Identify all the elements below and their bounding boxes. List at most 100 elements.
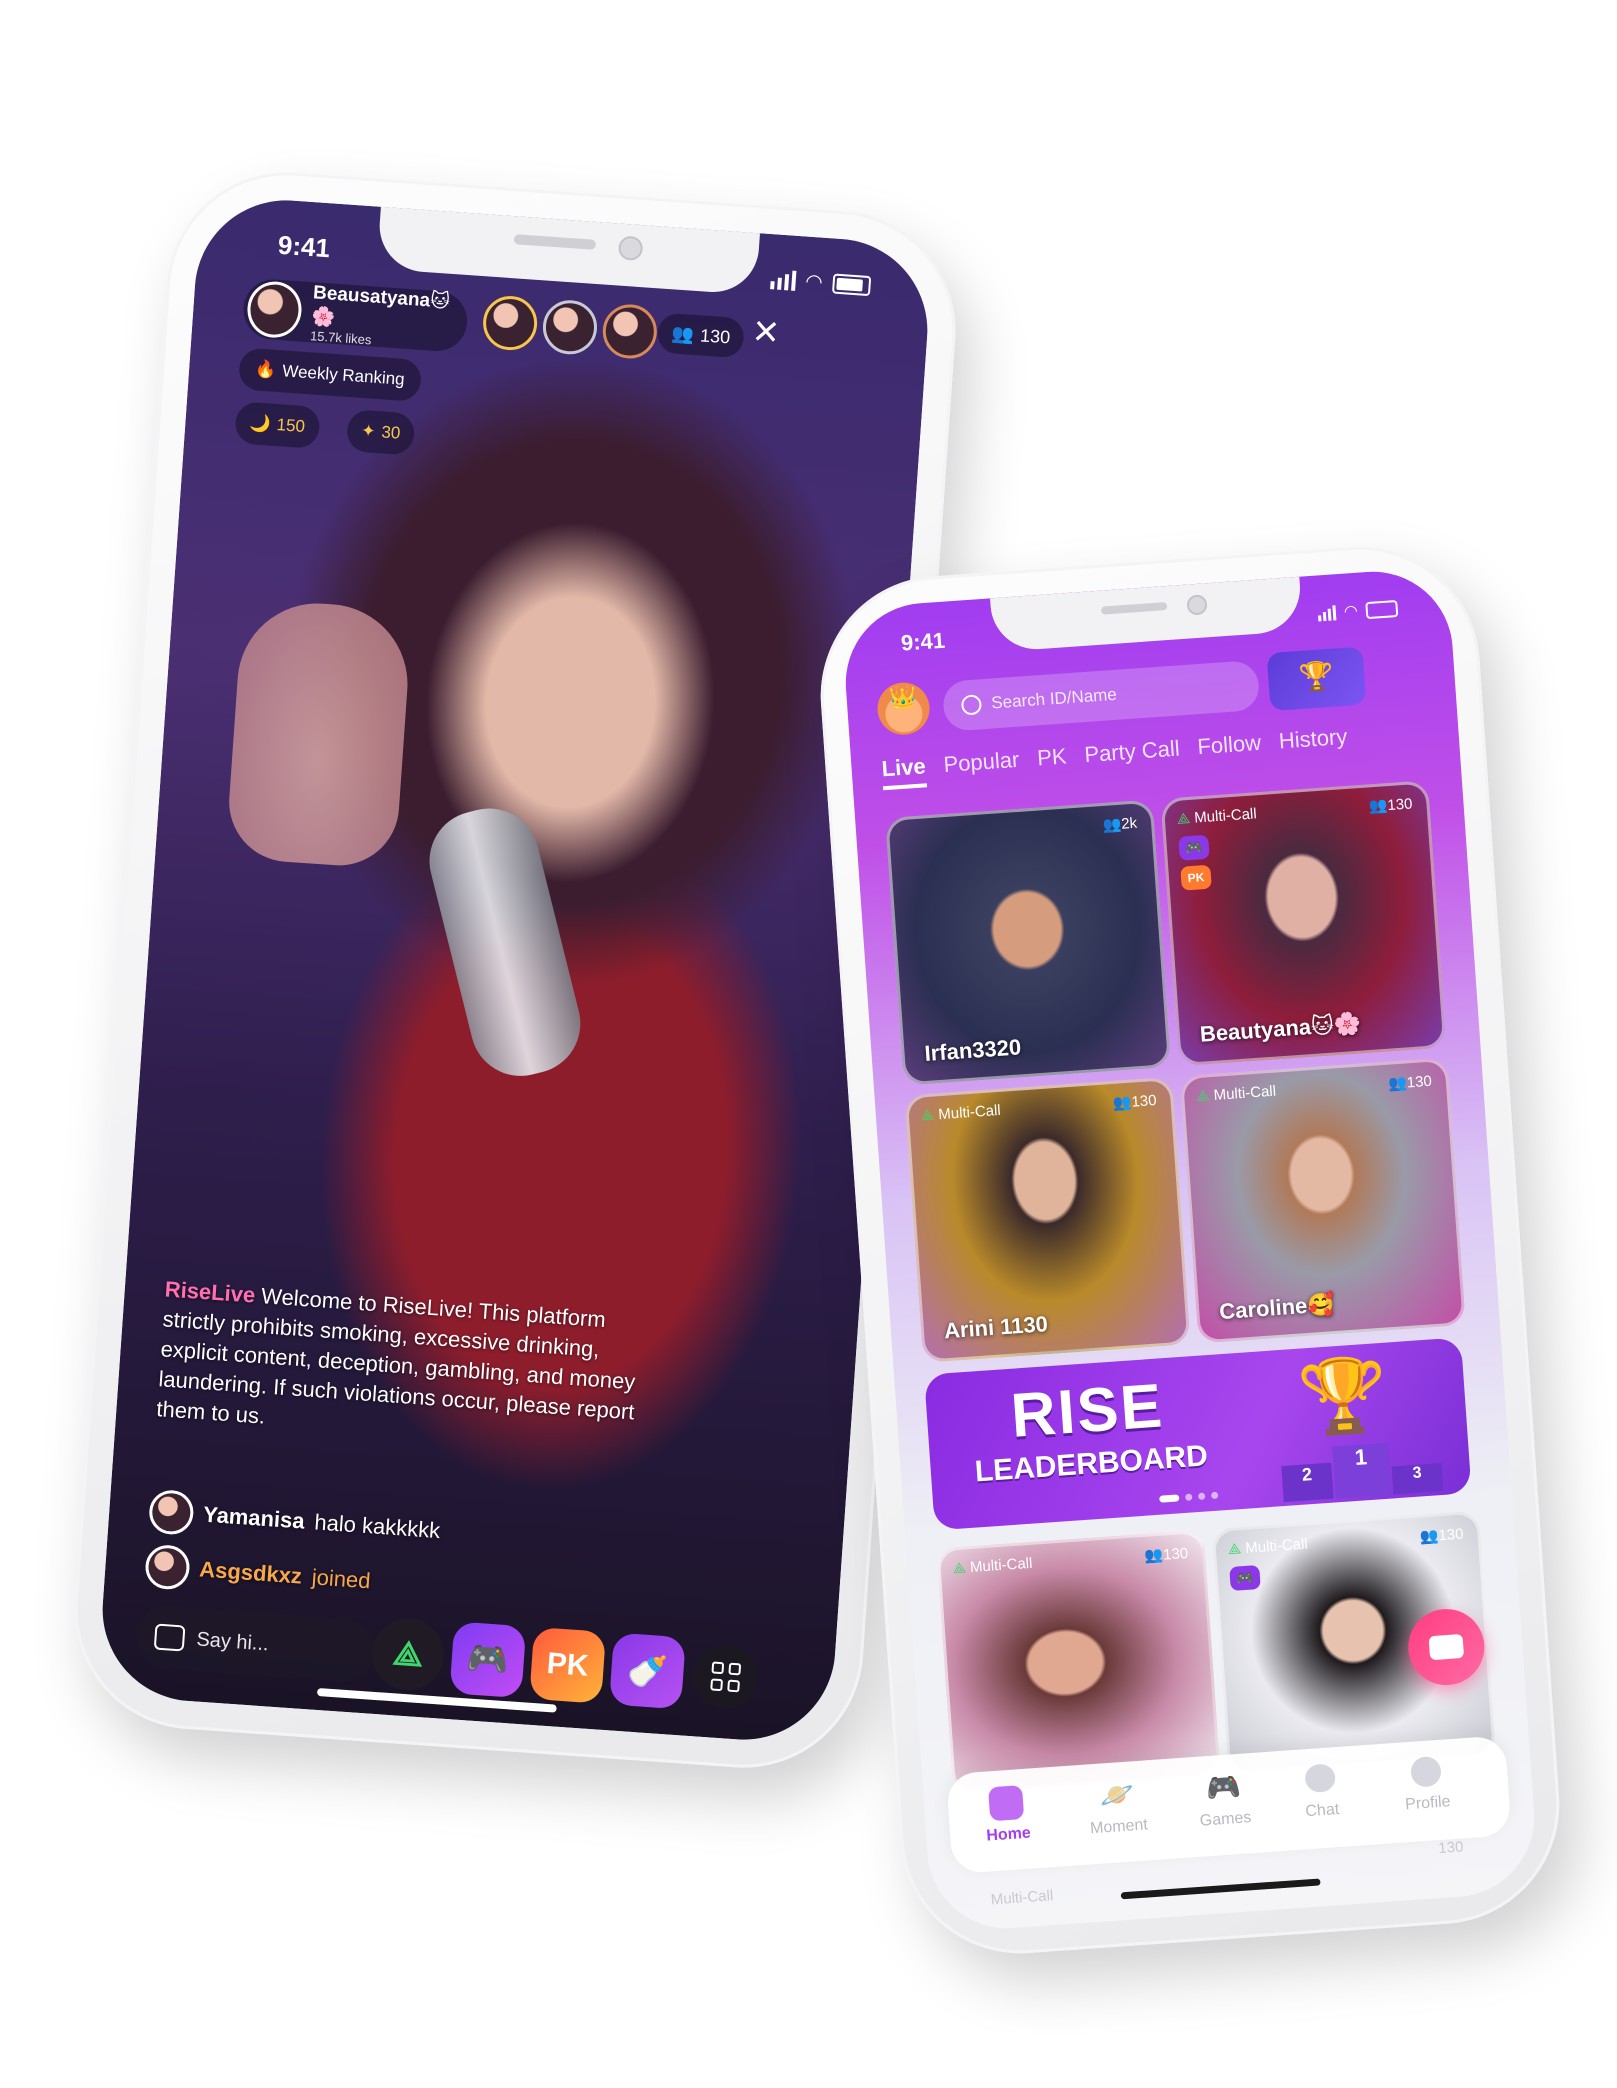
- search-icon: [960, 694, 983, 716]
- podium-third: 3: [1391, 1462, 1444, 1495]
- nav-profile[interactable]: Profile: [1402, 1755, 1451, 1814]
- viewer-avatar[interactable]: [601, 302, 659, 361]
- people-icon: 👥: [671, 322, 695, 345]
- joined-user-avatar[interactable]: [144, 1543, 191, 1591]
- nav-home[interactable]: Home: [983, 1785, 1031, 1846]
- live-card[interactable]: ⟁ Multi-Call 👥130 🎮 PK Beautyana🐱🌸: [1160, 780, 1447, 1067]
- trophy-icon: 🏆: [1295, 1353, 1391, 1440]
- multi-call-icon: ⟁: [1195, 1087, 1211, 1106]
- nav-profile-label: Profile: [1404, 1793, 1452, 1814]
- tab-follow[interactable]: Follow: [1197, 730, 1263, 768]
- nav-chat[interactable]: Chat: [1302, 1763, 1340, 1821]
- card-viewer-count: 2k: [1120, 814, 1138, 833]
- multi-call-tag: ⟁ Multi-Call: [920, 1102, 1001, 1125]
- host-avatar[interactable]: [245, 279, 304, 340]
- multi-call-icon: ⟁: [1227, 1540, 1242, 1559]
- tab-history[interactable]: History: [1278, 724, 1349, 763]
- card-streamer-name: Beautyana🐱🌸: [1199, 1010, 1363, 1047]
- multi-call-tag: ⟁ Multi-Call: [1196, 1083, 1277, 1106]
- sparkle-icon: ✦: [360, 420, 377, 441]
- live-card[interactable]: ⟁ Multi-Call 👥130 Caroline🥰: [1179, 1057, 1466, 1344]
- viewer-avatar[interactable]: [541, 298, 599, 357]
- podium-first: 1: [1332, 1442, 1392, 1499]
- app-logo-icon[interactable]: 👑: [875, 680, 932, 737]
- card-viewer-count: 130: [1130, 1091, 1158, 1111]
- joined-user-name[interactable]: Asgsdkxz: [198, 1554, 303, 1591]
- gamepad-icon: 🎮: [1204, 1770, 1242, 1805]
- viewer-count: 130: [699, 324, 731, 347]
- leaderboard-banner[interactable]: RISE LEADERBOARD 🏆 2 1 3: [924, 1337, 1472, 1531]
- multi-call-tag: ⟁ Multi-Call: [952, 1555, 1033, 1578]
- host-info-pill[interactable]: Beausatyana🐱🌸 15.7k likes: [241, 277, 470, 354]
- tab-live[interactable]: Live: [880, 753, 928, 791]
- live-card[interactable]: ⟁ Multi-Call 👥130 Arini 1130: [904, 1076, 1191, 1363]
- system-message: RiseLive Welcome to RiseLive! This platf…: [155, 1274, 644, 1457]
- wifi-icon: ◠: [804, 270, 824, 294]
- multi-call-label: Multi-Call: [1213, 1082, 1277, 1104]
- close-icon[interactable]: ×: [751, 306, 780, 357]
- multi-call-label: Multi-Call: [969, 1554, 1033, 1577]
- tab-pk[interactable]: PK: [1036, 743, 1068, 779]
- carousel-dots[interactable]: [1159, 1491, 1219, 1503]
- card-viewers: 👥130: [1144, 1544, 1189, 1565]
- card-viewers: 👥130: [1388, 1072, 1433, 1093]
- multi-call-tag: ⟁ Multi-Call: [1176, 805, 1257, 828]
- weekly-ranking-pill[interactable]: 🔥 Weekly Ranking: [237, 347, 423, 402]
- card-viewer-count: 130: [1406, 1072, 1433, 1092]
- star-count: 30: [380, 422, 402, 443]
- live-card[interactable]: 👥2k Irfan3320: [885, 799, 1172, 1086]
- multi-call-icon: ⟁: [1176, 809, 1191, 828]
- profile-icon: [1409, 1755, 1442, 1788]
- video-camera-icon: [1428, 1633, 1465, 1661]
- multi-call-label: Multi-Call: [1244, 1535, 1309, 1557]
- banner-title-rise: RISE: [1008, 1371, 1166, 1451]
- nav-chat-label: Chat: [1304, 1800, 1340, 1821]
- phone-notch: [376, 206, 760, 296]
- home-indicator: [316, 1687, 557, 1713]
- home-feed-screen: 9:41 ◠ 👑 Search ID/Name 🏆 Live Popular P…: [840, 566, 1540, 1934]
- pk-button[interactable]: PK: [529, 1626, 607, 1704]
- people-icon: 👥: [1387, 1074, 1408, 1093]
- card-viewer-count: 130: [1437, 1525, 1465, 1545]
- people-icon: 👥: [1419, 1527, 1440, 1546]
- joined-text: joined: [311, 1564, 372, 1594]
- nav-moment[interactable]: 🪐 Moment: [1087, 1776, 1149, 1838]
- coins-pill[interactable]: 🌙 150: [234, 401, 321, 449]
- live-card[interactable]: ⟁ Multi-Call 👥130: [936, 1529, 1221, 1794]
- viewer-count-pill[interactable]: 👥 130: [656, 312, 746, 359]
- game-button[interactable]: 🎮: [449, 1621, 527, 1699]
- chat-bubble-icon: [153, 1623, 186, 1652]
- banner-title-leaderboard: LEADERBOARD: [973, 1439, 1209, 1489]
- people-icon: 👥: [1102, 815, 1122, 835]
- multi-call-button[interactable]: ⟁: [369, 1615, 447, 1693]
- game-badge-icon: 🎮: [1178, 834, 1210, 861]
- podium-second: 2: [1281, 1462, 1334, 1503]
- card-viewers: 👥130: [1368, 794, 1413, 815]
- say-hi-input[interactable]: Say hi...: [134, 1603, 377, 1684]
- status-time: 9:41: [276, 229, 331, 264]
- gift-button[interactable]: 🍼: [609, 1632, 686, 1710]
- viewer-avatar[interactable]: [481, 294, 539, 352]
- multi-call-label: Multi-Call: [1193, 805, 1258, 827]
- search-placeholder: Search ID/Name: [990, 684, 1118, 713]
- multi-call-icon: ⟁: [952, 1559, 967, 1578]
- pk-label: PK: [545, 1646, 590, 1683]
- battery-icon: [831, 273, 872, 296]
- chat-text: halo kakkkkk: [313, 1509, 442, 1544]
- tab-popular[interactable]: Popular: [943, 747, 1021, 786]
- menu-grid-button[interactable]: [691, 1642, 760, 1711]
- chat-user-name[interactable]: Yamanisa: [202, 1500, 305, 1537]
- left-phone-frame: 9:41 ◠ Beausatyana🐱🌸 15.7k likes 👥 130 ×…: [66, 164, 964, 1776]
- microphone-graphic: [418, 797, 591, 1087]
- chat-message: Yamanisa halo kakkkkk: [147, 1488, 442, 1553]
- peek-viewers: 130: [1437, 1838, 1464, 1858]
- nav-games[interactable]: 🎮 Games: [1196, 1769, 1252, 1830]
- search-bar[interactable]: Search ID/Name: [941, 659, 1261, 732]
- home-live-icon: [988, 1785, 1025, 1822]
- leaderboard-trophy-button[interactable]: 🏆: [1266, 646, 1367, 712]
- stars-pill[interactable]: ✦ 30: [345, 409, 416, 456]
- chat-user-avatar[interactable]: [147, 1488, 195, 1536]
- top-viewers[interactable]: [481, 294, 659, 361]
- tab-party-call[interactable]: Party Call: [1084, 736, 1181, 777]
- people-icon: 👥: [1112, 1093, 1133, 1113]
